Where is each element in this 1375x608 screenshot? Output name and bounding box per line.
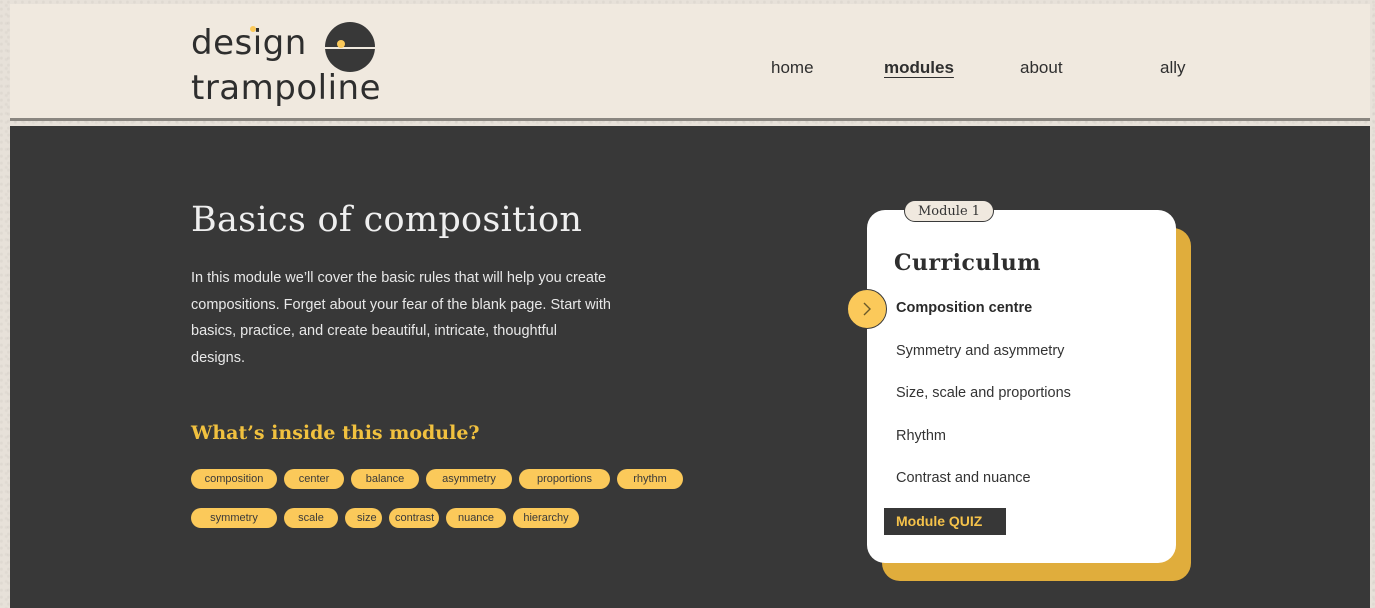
module-quiz-button[interactable]: Module QUIZ	[884, 508, 1006, 535]
lesson-item[interactable]: Rhythm	[896, 428, 946, 444]
tag-composition[interactable]: composition	[191, 469, 277, 489]
tag-scale[interactable]: scale	[284, 508, 338, 528]
nav-home[interactable]: home	[771, 58, 814, 78]
page-title: Basics of composition	[191, 200, 583, 240]
tag-symmetry[interactable]: symmetry	[191, 508, 277, 528]
logo-text-line2[interactable]: trampoline	[191, 71, 381, 105]
lesson-item[interactable]: Symmetry and asymmetry	[896, 343, 1064, 359]
curriculum-title: Curriculum	[894, 250, 1042, 276]
header-divider	[10, 118, 1370, 121]
logo-text-line1[interactable]: design	[191, 26, 307, 60]
tag-center[interactable]: center	[284, 469, 344, 489]
tag-contrast[interactable]: contrast	[389, 508, 439, 528]
tag-asymmetry[interactable]: asymmetry	[426, 469, 512, 489]
lesson-item[interactable]: Size, scale and proportions	[896, 385, 1071, 401]
tag-balance[interactable]: balance	[351, 469, 419, 489]
module-contents-heading: What’s inside this module?	[191, 422, 480, 444]
nav-about[interactable]: about	[1020, 58, 1063, 78]
tag-rhythm[interactable]: rhythm	[617, 469, 683, 489]
logo-dot-icon	[250, 26, 256, 32]
nav-ally[interactable]: ally	[1160, 58, 1186, 78]
lesson-item[interactable]: Contrast and nuance	[896, 470, 1031, 486]
tag-nuance[interactable]: nuance	[446, 508, 506, 528]
tags-row-1: composition center balance asymmetry pro…	[191, 469, 683, 489]
logo-mark-icon[interactable]	[323, 22, 377, 72]
tag-hierarchy[interactable]: hierarchy	[513, 508, 579, 528]
lesson-item[interactable]: Composition centre	[896, 300, 1032, 316]
current-lesson-indicator[interactable]	[847, 289, 887, 329]
module-badge: Module 1	[904, 200, 994, 222]
module-description: In this module we’ll cover the basic rul…	[191, 270, 611, 366]
nav-modules[interactable]: modules	[884, 58, 954, 78]
chevron-right-icon	[863, 302, 871, 316]
tags-row-2: symmetry scale size contrast nuance hier…	[191, 508, 579, 528]
tag-size[interactable]: size	[345, 508, 382, 528]
tag-proportions[interactable]: proportions	[519, 469, 610, 489]
